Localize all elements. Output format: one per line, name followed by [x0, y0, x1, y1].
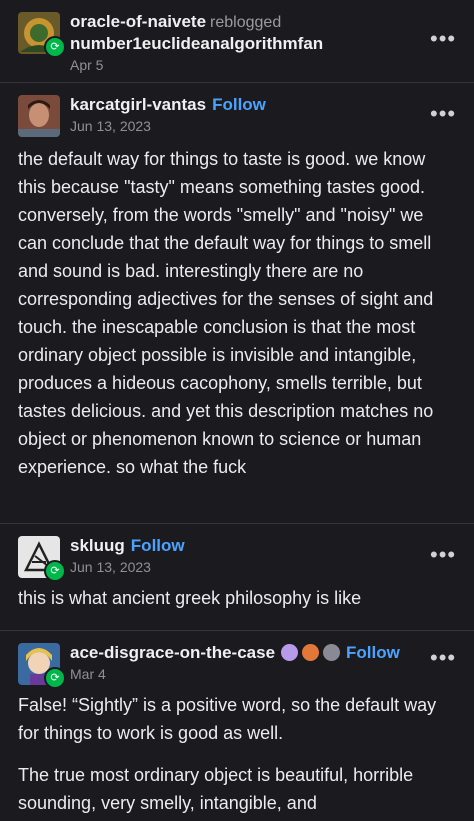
post-paragraph: The true most ordinary object is beautif…: [18, 765, 414, 813]
post-meta: skluug Follow Jun 13, 2023: [70, 536, 185, 575]
reblog-header: ⟳ oracle-of-naivete reblogged number1eucl…: [0, 0, 474, 82]
reblog-icon: ⟳: [44, 560, 66, 582]
post-skluug: ⟳ skluug Follow Jun 13, 2023 ••• this is …: [0, 523, 474, 630]
post-body-text: False! “Sightly” is a positive word, so …: [18, 691, 456, 817]
more-options-icon[interactable]: •••: [430, 544, 456, 566]
reblog-meta: oracle-of-naivete reblogged number1euclid…: [70, 12, 323, 73]
more-options-icon[interactable]: •••: [430, 647, 456, 669]
mask-badge-icon: [323, 644, 341, 661]
reblog-date: Apr 5: [70, 57, 104, 73]
post-body-text: this is what ancient greek philosophy is…: [18, 588, 362, 608]
post-body-text: the default way for things to taste is g…: [18, 149, 434, 477]
user-badges[interactable]: [281, 644, 341, 661]
post-username[interactable]: skluug: [70, 536, 125, 555]
post-date: Mar 4: [70, 666, 106, 682]
post-username[interactable]: ace-disgrace-on-the-case: [70, 643, 275, 662]
post-ace-disgrace: ⟳ ace-disgrace-on-the-case Follow Mar 4 •…: [0, 630, 474, 821]
post-date: Jun 13, 2023: [70, 118, 151, 134]
source-username[interactable]: number1euclideanalgorithmfan: [70, 34, 323, 53]
reblogged-label: reblogged: [210, 14, 282, 31]
more-options-icon[interactable]: •••: [430, 103, 456, 125]
post-karcatgirl: karcatgirl-vantas Follow Jun 13, 2023 •••…: [0, 82, 474, 523]
follow-button[interactable]: Follow: [131, 536, 185, 555]
cookie-badge-icon: [302, 644, 320, 661]
post-meta: ace-disgrace-on-the-case Follow Mar 4: [70, 643, 400, 682]
reblogger-username[interactable]: oracle-of-naivete: [70, 12, 206, 31]
reblog-icon: ⟳: [44, 667, 66, 689]
reblog-icon: ⟳: [44, 36, 66, 58]
follow-button[interactable]: Follow: [212, 95, 266, 114]
more-options-icon[interactable]: •••: [430, 28, 456, 50]
post-date: Jun 13, 2023: [70, 559, 151, 575]
post-meta: karcatgirl-vantas Follow Jun 13, 2023: [70, 95, 266, 134]
post-paragraph: False! “Sightly” is a positive word, so …: [18, 695, 437, 743]
post-username[interactable]: karcatgirl-vantas: [70, 95, 206, 114]
karcatgirl-avatar[interactable]: [18, 95, 60, 137]
follow-button[interactable]: Follow: [346, 643, 400, 662]
brain-badge-icon: [281, 644, 299, 661]
